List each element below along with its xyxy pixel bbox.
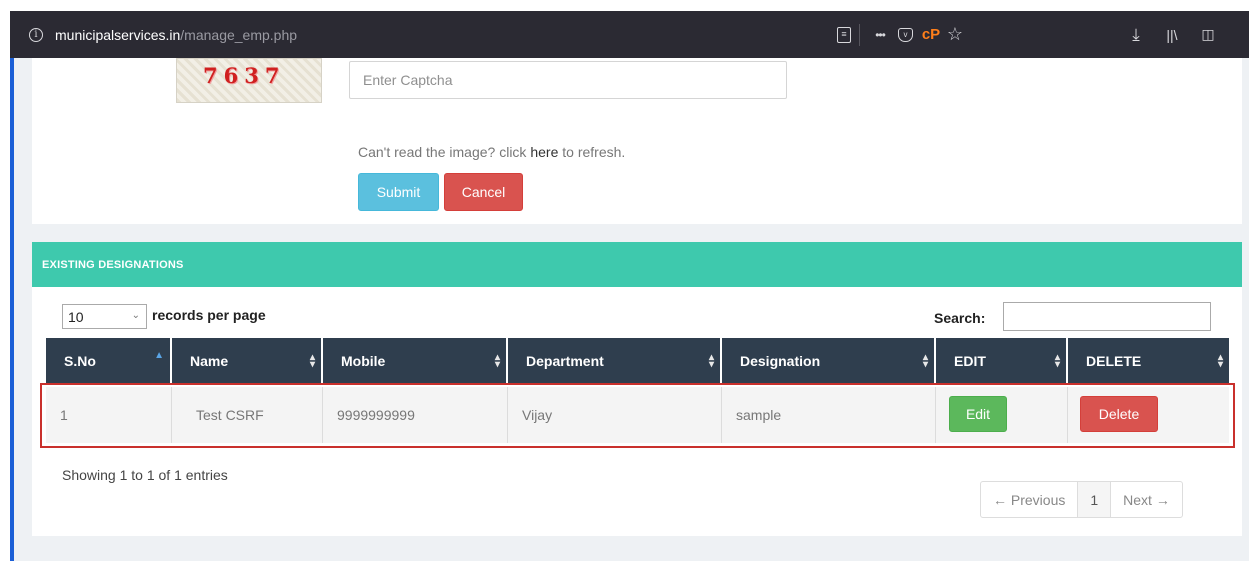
url-path: /manage_emp.php <box>180 26 298 43</box>
pagination-page-1[interactable]: 1 <box>1078 482 1112 517</box>
bookmark-star-icon[interactable]: ☆ <box>943 23 967 47</box>
column-header-sno[interactable]: S.No ▲ <box>46 338 172 384</box>
download-icon[interactable]: ⤓ <box>1124 23 1148 47</box>
column-header-department[interactable]: Department ▴ ▾ <box>508 338 722 384</box>
search-input[interactable] <box>1003 302 1211 331</box>
toolbar-separator <box>859 23 860 46</box>
browser-toolbar: i municipalservices.in/manage_emp.php <box>10 11 1249 58</box>
table-info: Showing 1 to 1 of 1 entries <box>62 467 228 483</box>
url-host: municipalservices.in <box>55 26 181 43</box>
sort-icon: ▴ ▾ <box>1217 352 1223 370</box>
reader-view-icon[interactable]: ≡ <box>837 26 851 43</box>
captcha-code: 7637 <box>203 63 286 88</box>
column-header-designation[interactable]: Designation ▴ ▾ <box>722 338 936 384</box>
sort-icon: ▴ ▾ <box>1054 352 1060 370</box>
pagination-previous[interactable]: ← Previous <box>981 482 1079 517</box>
pagination: ← Previous 1 Next → <box>980 481 1183 518</box>
search-label: Search: <box>934 310 986 326</box>
column-label: Mobile <box>341 353 386 369</box>
records-per-page-label: records per page <box>152 307 266 323</box>
sort-icon: ▴ ▾ <box>309 352 315 370</box>
sort-icon: ▴ ▾ <box>708 352 714 370</box>
table-header: S.No ▲ Name ▴ ▾ Mobile ▴ ▾ Department ▴ ▾ D… <box>46 338 1229 384</box>
chevron-down-icon: ⌄ <box>131 310 140 321</box>
browser-tools: ⤓ ||\ ◫ <box>1124 11 1220 58</box>
designations-header: EXISTING DESIGNATIONS <box>32 242 1242 287</box>
column-label: DELETE <box>1086 353 1142 369</box>
records-per-page-select[interactable]: 10 ⌄ <box>62 304 147 329</box>
column-header-mobile[interactable]: Mobile ▴ ▾ <box>323 338 508 384</box>
pagination-next[interactable]: Next → <box>1111 482 1182 517</box>
column-label: Designation <box>740 353 821 369</box>
address-bar[interactable]: i municipalservices.in/manage_emp.php <box>10 11 1249 58</box>
sort-icon: ▴ ▾ <box>494 352 500 370</box>
records-per-page-value: 10 <box>68 308 84 325</box>
column-label: EDIT <box>954 353 986 369</box>
library-icon[interactable]: ||\ <box>1160 23 1184 47</box>
submit-button[interactable]: Submit <box>358 173 439 211</box>
column-label: S.No <box>64 353 96 369</box>
sort-ascending-icon: ▲ <box>154 350 164 361</box>
column-header-delete[interactable]: DELETE ▴ ▾ <box>1068 338 1229 384</box>
info-icon[interactable]: i <box>29 27 43 42</box>
page-actions: ≡ ••• v cP ☆ <box>837 11 967 58</box>
sidebar-icon[interactable]: ◫ <box>1196 23 1220 47</box>
row-highlight-box <box>40 383 1235 448</box>
cpanel-icon[interactable]: cP <box>919 23 943 47</box>
pocket-icon[interactable]: v <box>898 27 913 42</box>
captcha-input[interactable] <box>349 61 787 99</box>
column-label: Name <box>190 353 229 369</box>
column-header-name[interactable]: Name ▴ ▾ <box>172 338 323 384</box>
captcha-refresh-link[interactable]: here <box>530 144 558 160</box>
designations-title: EXISTING DESIGNATIONS <box>42 259 184 271</box>
column-header-edit[interactable]: EDIT ▴ ▾ <box>936 338 1068 384</box>
sort-icon: ▴ ▾ <box>922 352 928 370</box>
captcha-refresh-hint: Can't read the image? click here to refr… <box>358 144 625 160</box>
cancel-button[interactable]: Cancel <box>444 173 523 211</box>
captcha-image: 7637 <box>176 58 322 103</box>
captcha-hint-suffix: to refresh. <box>558 144 626 160</box>
captcha-hint-text: Can't read the image? click <box>358 144 531 160</box>
more-icon[interactable]: ••• <box>868 23 892 47</box>
column-label: Department <box>526 353 604 369</box>
